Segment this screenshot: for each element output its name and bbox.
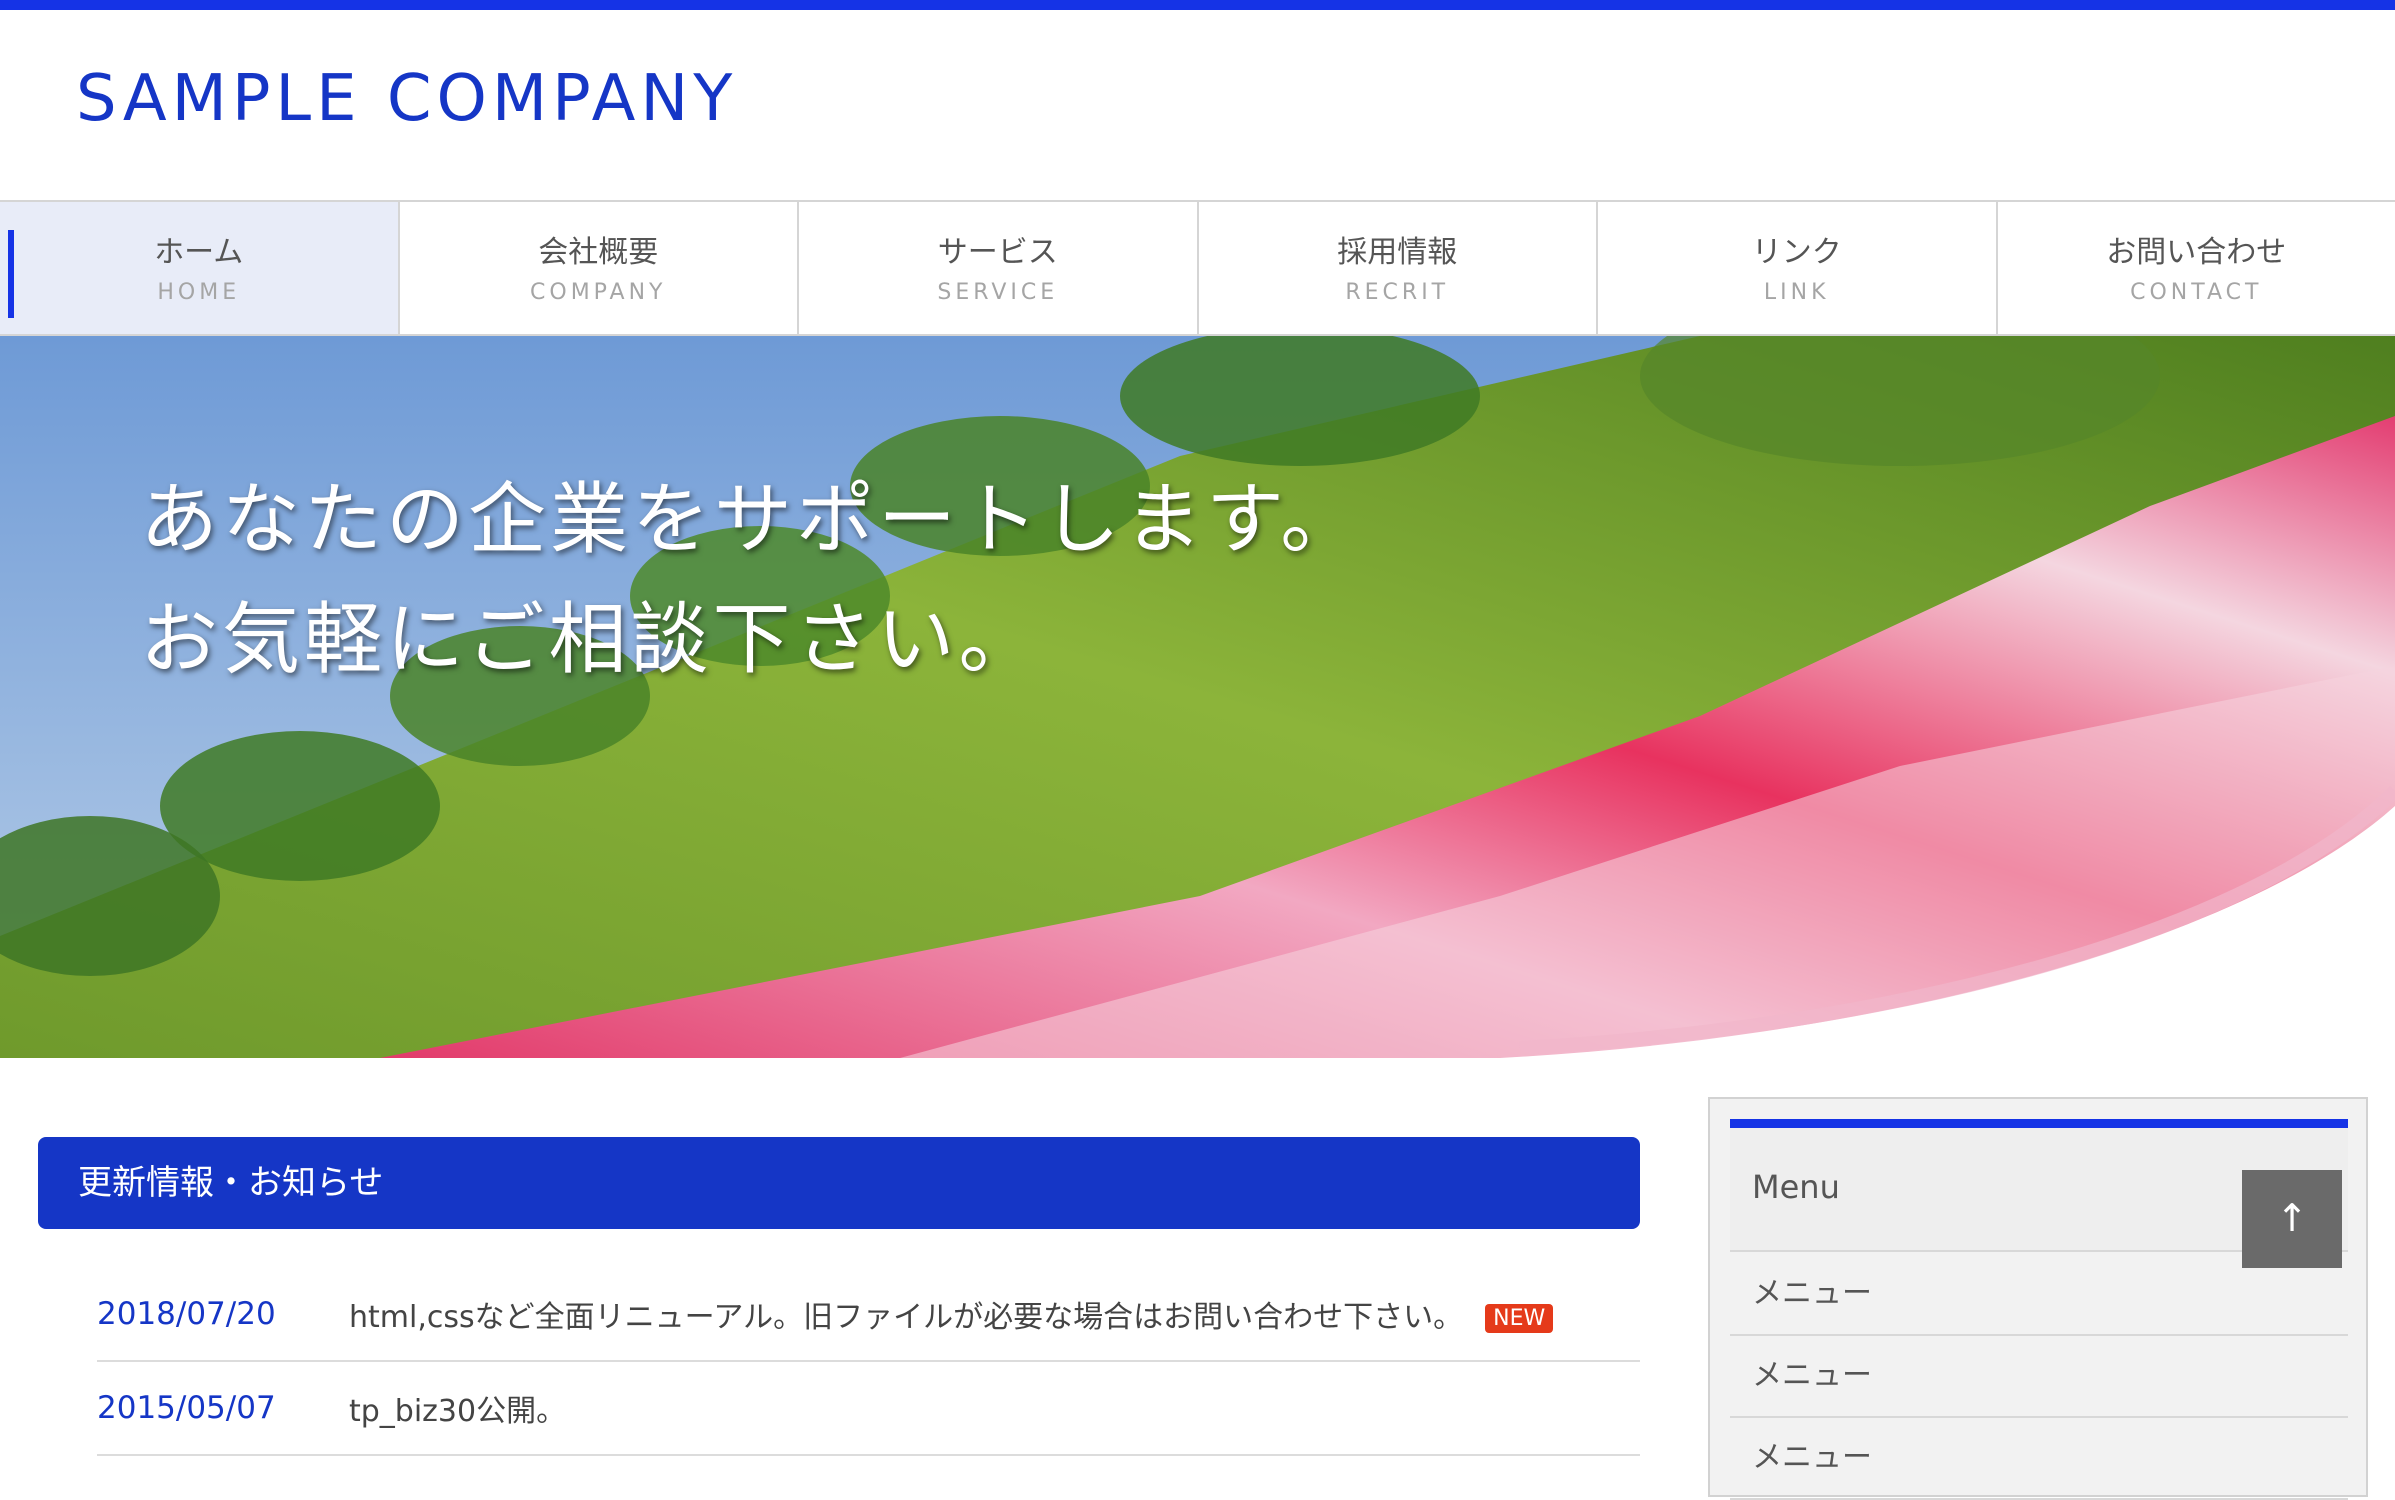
news-date: 2015/05/07 bbox=[97, 1390, 349, 1426]
top-accent-bar bbox=[0, 0, 2395, 10]
nav-item-contact[interactable]: お問い合わせ CONTACT bbox=[1998, 202, 2395, 334]
sidebar-menu: Menu メニュー メニュー メニュー bbox=[1708, 1097, 2368, 1497]
nav-label-en: CONTACT bbox=[2130, 280, 2262, 305]
sidebar-accent-line bbox=[1730, 1119, 2348, 1128]
hero-banner: あなたの企業をサポートします。 お気軽にご相談下さい。 bbox=[0, 336, 2395, 1058]
nav-label-ja: お問い合わせ bbox=[2106, 232, 2286, 274]
site-logo[interactable]: SAMPLE COMPANY bbox=[76, 62, 737, 136]
hero-copy: あなたの企業をサポートします。 お気軽にご相談下さい。 bbox=[140, 460, 1362, 700]
news-item: 2015/05/07 tp_biz30公開。 bbox=[97, 1362, 1640, 1456]
sidebar-item[interactable]: メニュー bbox=[1730, 1336, 2348, 1418]
nav-label-en: HOME bbox=[157, 280, 240, 305]
news-text[interactable]: tp_biz30公開。 bbox=[349, 1386, 566, 1430]
nav-label-ja: リンク bbox=[1752, 232, 1842, 274]
new-badge: NEW bbox=[1485, 1304, 1553, 1333]
global-nav: ホーム HOME 会社概要 COMPANY サービス SERVICE 採用情報 … bbox=[0, 200, 2395, 336]
nav-label-ja: 採用情報 bbox=[1337, 232, 1457, 274]
hero-line-1: あなたの企業をサポートします。 bbox=[140, 460, 1362, 580]
nav-label-en: LINK bbox=[1764, 280, 1830, 305]
nav-label-en: COMPANY bbox=[530, 280, 666, 305]
nav-item-recruit[interactable]: 採用情報 RECRIT bbox=[1199, 202, 1599, 334]
nav-label-en: SERVICE bbox=[937, 280, 1058, 305]
back-to-top-button[interactable]: ↑ bbox=[2242, 1170, 2342, 1268]
nav-item-company[interactable]: 会社概要 COMPANY bbox=[400, 202, 800, 334]
hero-line-2: お気軽にご相談下さい。 bbox=[140, 580, 1362, 700]
nav-item-link[interactable]: リンク LINK bbox=[1598, 202, 1998, 334]
arrow-up-icon: ↑ bbox=[2276, 1196, 2308, 1240]
nav-label-ja: 会社概要 bbox=[538, 232, 658, 274]
nav-item-service[interactable]: サービス SERVICE bbox=[799, 202, 1199, 334]
news-date: 2018/07/20 bbox=[97, 1296, 349, 1332]
news-text-wrap: html,cssなど全面リニューアル。旧ファイルが必要な場合はお問い合わせ下さい… bbox=[349, 1292, 1553, 1336]
nav-label-ja: ホーム bbox=[154, 232, 243, 274]
nav-item-home[interactable]: ホーム HOME bbox=[0, 202, 400, 334]
news-heading: 更新情報・お知らせ bbox=[38, 1137, 1640, 1229]
nav-label-en: RECRIT bbox=[1345, 280, 1449, 305]
nav-label-ja: サービス bbox=[938, 232, 1058, 274]
news-list: 2018/07/20 html,cssなど全面リニューアル。旧ファイルが必要な場… bbox=[97, 1268, 1640, 1456]
news-text[interactable]: html,cssなど全面リニューアル。旧ファイルが必要な場合はお問い合わせ下さい… bbox=[349, 1300, 1463, 1335]
news-item: 2018/07/20 html,cssなど全面リニューアル。旧ファイルが必要な場… bbox=[97, 1268, 1640, 1362]
sidebar-item[interactable]: メニュー bbox=[1730, 1418, 2348, 1500]
